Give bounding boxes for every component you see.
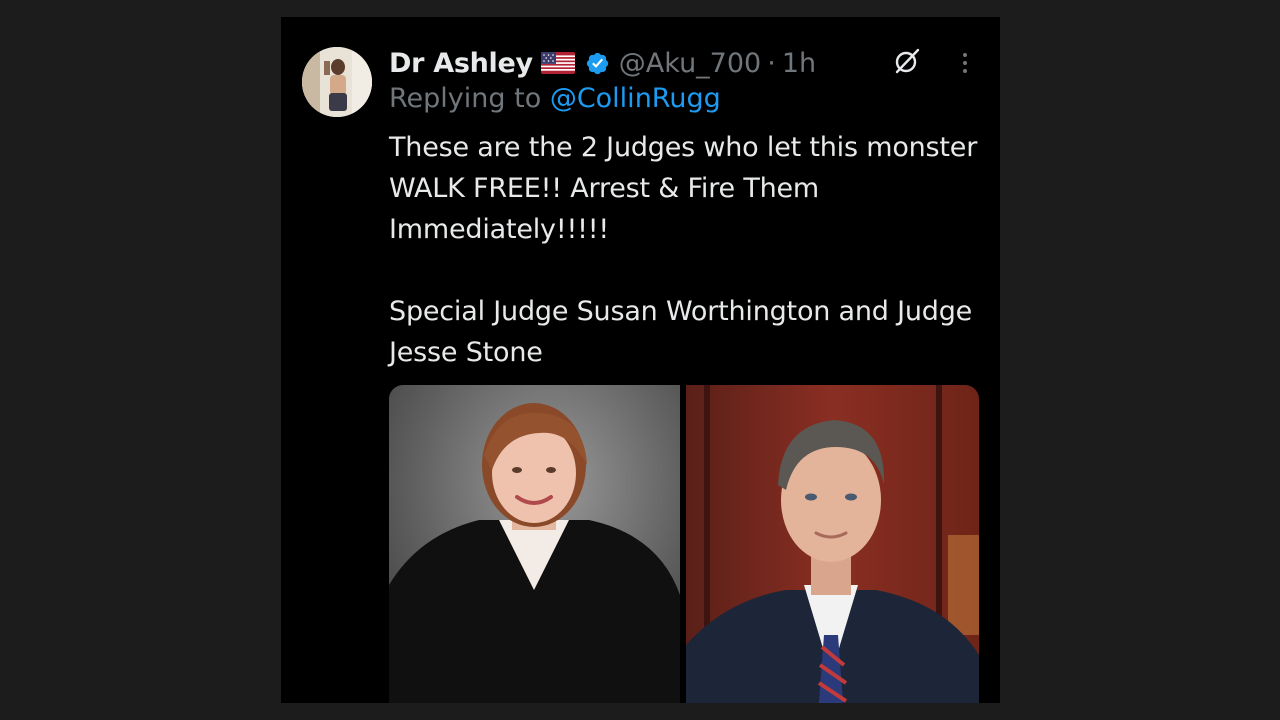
tweet-media-grid (389, 385, 979, 703)
tweet-body: These are the 2 Judges who let this mons… (389, 127, 989, 373)
more-options-icon[interactable] (955, 49, 975, 77)
us-flag-icon (540, 52, 575, 74)
author-handle[interactable]: @Aku_700 (619, 48, 761, 79)
verified-badge-icon[interactable] (585, 51, 610, 76)
media-photo-man-in-suit[interactable] (686, 385, 979, 703)
author-name[interactable]: Dr Ashley (389, 48, 533, 79)
media-photo-woman-in-judicial-robe[interactable] (389, 385, 680, 703)
replying-to-mention-link[interactable]: @CollinRugg (550, 83, 721, 114)
tweet-card[interactable]: Dr Ashley @Aku_700 · 1h Replying to @Col… (281, 17, 1000, 703)
tweet-timestamp[interactable]: 1h (782, 48, 816, 79)
tweet-text-paragraph: Special Judge Susan Worthington and Judg… (389, 296, 973, 368)
separator-dot: · (767, 47, 776, 79)
avatar-photo (302, 47, 372, 117)
avatar[interactable] (302, 47, 372, 117)
replying-to-label: Replying to (389, 83, 550, 114)
grok-icon[interactable] (893, 47, 921, 75)
tweet-header: Dr Ashley @Aku_700 · 1h (389, 43, 816, 83)
replying-to-line: Replying to @CollinRugg (389, 83, 721, 114)
tweet-text-paragraph: These are the 2 Judges who let this mons… (389, 132, 978, 245)
